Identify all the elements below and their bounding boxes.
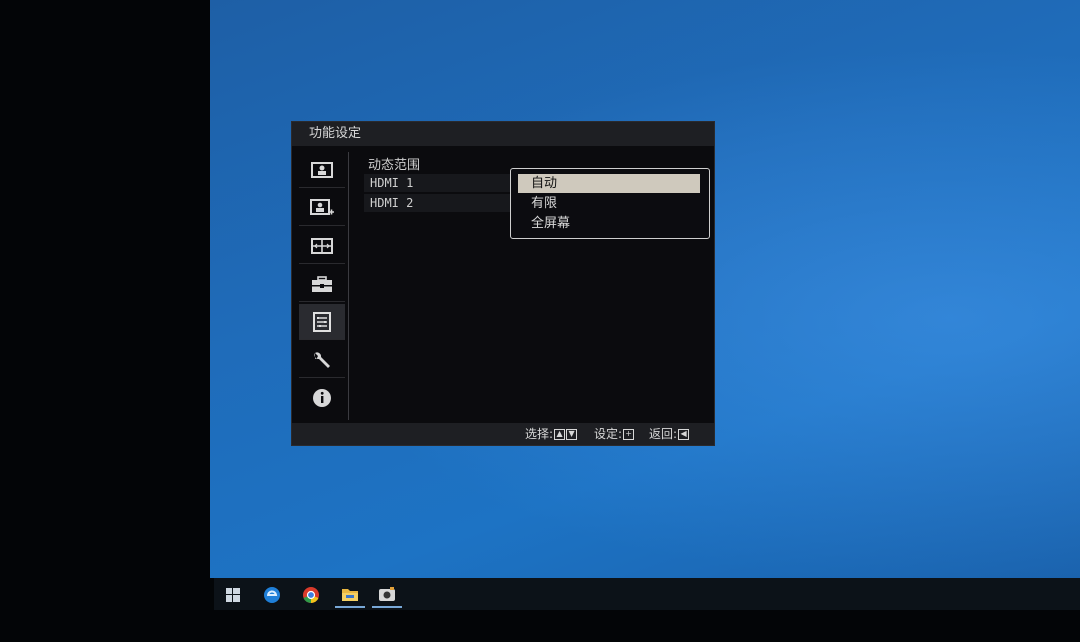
- option-full[interactable]: 全屏幕: [518, 214, 700, 233]
- arrow-down-icon: ▼: [566, 428, 578, 440]
- chrome-icon[interactable]: [296, 582, 326, 608]
- sidebar-item-information[interactable]: [299, 380, 345, 416]
- back-hint: 返回: ◀: [649, 423, 690, 445]
- hdmi-1-row[interactable]: HDMI 1: [364, 174, 514, 192]
- picture-plus-icon: [310, 198, 334, 215]
- option-auto[interactable]: 自动: [518, 174, 700, 193]
- arrow-up-icon: ▲: [554, 428, 566, 440]
- info-icon: [313, 389, 331, 407]
- dynamic-range-heading: 动态范围: [368, 158, 421, 173]
- enter-key-icon: +: [623, 428, 635, 440]
- back-arrow-icon: ◀: [678, 428, 690, 440]
- dynamic-range-dropdown[interactable]: 自动 有限 全屏幕: [510, 168, 710, 239]
- sidebar-item-picture-advanced[interactable]: [299, 190, 345, 226]
- file-explorer-icon[interactable]: [335, 582, 365, 608]
- select-hint: 选择: ▲ ▼: [525, 423, 578, 445]
- osd-sidebar: [298, 152, 349, 420]
- sidebar-item-function-settings[interactable]: [299, 304, 345, 340]
- sidebar-item-picture[interactable]: [299, 152, 345, 188]
- confirm-label: 设定:: [594, 427, 623, 441]
- sidebar-item-layout[interactable]: [299, 228, 345, 264]
- function-list-icon: [313, 311, 331, 332]
- windows-start-icon[interactable]: [218, 582, 248, 608]
- hdmi-2-row[interactable]: HDMI 2: [364, 194, 514, 212]
- sidebar-item-toolbox[interactable]: [299, 266, 345, 302]
- picture-icon: [311, 161, 333, 178]
- toolbox-icon: [312, 275, 332, 292]
- monitor-osd-menu: 功能设定 动态范围 HDMI 1 HDMI 2 自动 有限 全屏幕 选择: ▲ …: [291, 121, 715, 446]
- select-label: 选择:: [525, 427, 554, 441]
- back-label: 返回:: [649, 427, 678, 441]
- layout-icon: [311, 237, 333, 254]
- confirm-hint: 设定: +: [594, 423, 635, 445]
- osd-footer: 选择: ▲ ▼ 设定: + 返回: ◀: [292, 423, 714, 445]
- edge-icon[interactable]: [257, 582, 287, 608]
- osd-title: 功能设定: [292, 122, 714, 146]
- sidebar-item-setup[interactable]: [299, 342, 345, 378]
- taskbar: [214, 578, 1080, 610]
- camera-app-icon[interactable]: [372, 582, 402, 608]
- wrench-icon: [314, 351, 330, 368]
- option-limited[interactable]: 有限: [518, 194, 700, 213]
